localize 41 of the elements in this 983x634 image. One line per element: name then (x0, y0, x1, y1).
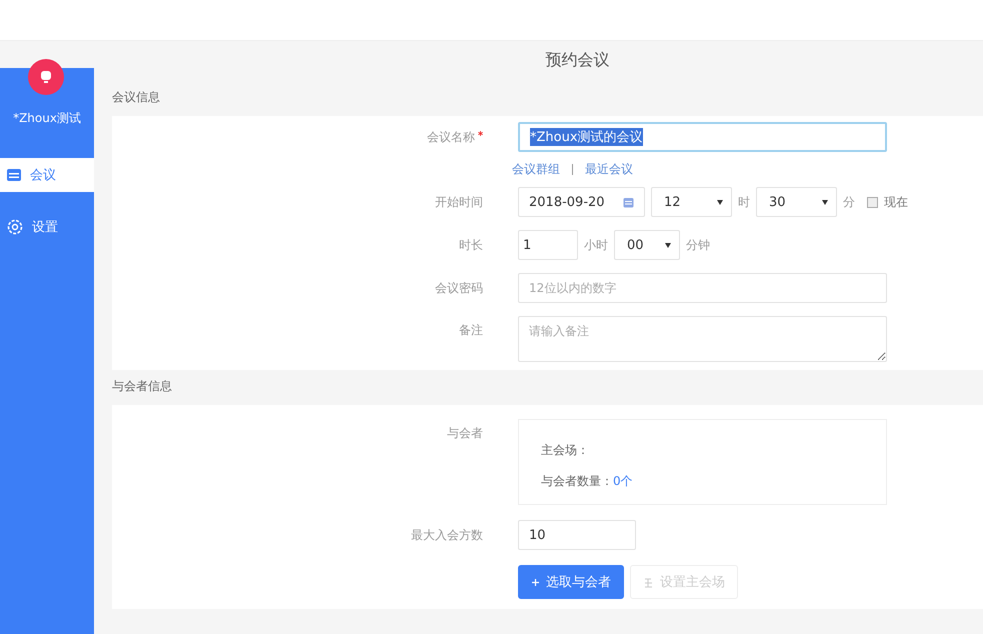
field-label: 时长 (459, 236, 483, 254)
unit-label: 时 (738, 194, 750, 210)
password-field[interactable]: 12位以内的数字 (518, 273, 887, 303)
hour-select[interactable]: 12 (651, 187, 732, 217)
field-label: 与会者 (447, 425, 483, 442)
link[interactable]: 会议群组 (512, 161, 560, 178)
main-venue-label: 主会场： (541, 442, 590, 459)
calendar-icon (623, 196, 634, 208)
minutes-select[interactable]: 00 (614, 230, 680, 260)
checkbox-label: 现在 (884, 194, 908, 210)
unit-label: 分 (843, 194, 855, 210)
field-label: 会议密码 (435, 280, 483, 296)
minute-select[interactable]: 30 (756, 187, 837, 217)
unit-label: 分钟 (686, 236, 710, 254)
calendar-icon (6, 168, 22, 182)
hours-field[interactable]: 1 (518, 230, 578, 260)
max-participants-field[interactable]: 10 (518, 520, 636, 550)
name-field[interactable]: *Zhoux测试的会议 (518, 122, 887, 152)
caret-icon (665, 242, 671, 248)
notes-field[interactable]: 请输入备注 (518, 316, 887, 362)
caret-icon (717, 200, 723, 204)
caret-icon (822, 200, 828, 204)
field-label: 会议名称 (427, 128, 475, 146)
select-participants-button[interactable]: 选取与会者 (518, 565, 624, 599)
participant-count: 0个 (613, 474, 633, 488)
user-name: *Zhoux测试 (13, 110, 81, 127)
checkbox[interactable] (867, 196, 878, 208)
settings-icon (6, 218, 24, 236)
field-label: 开始时间 (435, 194, 483, 210)
nav-item[interactable]: 设置 (0, 210, 94, 244)
plus-icon (531, 578, 540, 586)
nav-item[interactable]: 会议 (0, 158, 94, 192)
link[interactable]: 最近会议 (585, 161, 633, 178)
count-label: 与会者数量： (541, 474, 613, 488)
field-label: 最大入会方数 (411, 526, 483, 544)
unit-label: 小时 (584, 236, 608, 254)
section-heading: 与会者信息 (112, 378, 173, 395)
section-heading: 会议信息 (112, 89, 161, 106)
page-title: 预约会议 (544, 49, 610, 71)
field-label: 备注 (459, 322, 483, 339)
date-field[interactable]: 2018-09-20 (518, 187, 645, 217)
